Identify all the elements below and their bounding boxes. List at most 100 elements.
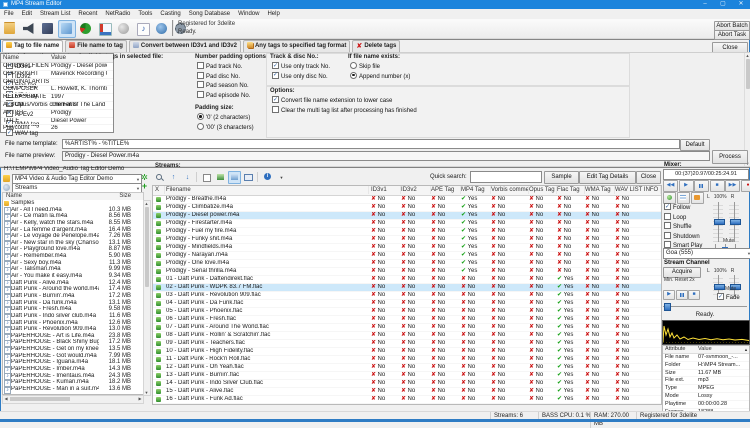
- template-input[interactable]: %ARTIST% - %TITLE%: [62, 139, 680, 149]
- attribute-row[interactable]: Playtime00:00:00.28: [663, 401, 749, 409]
- next-button[interactable]: ▶▶: [725, 180, 740, 192]
- column-header-ape-tag[interactable]: APE Tag: [431, 186, 461, 194]
- list-item[interactable]: ♪PaPERHOUsE - Man in a suit.m4a13.6 MB: [3, 386, 143, 393]
- stream-row[interactable]: Prodigy - Narayan.m4a✘No✘No✘No✔Yes✘No✘No…: [153, 252, 661, 260]
- radio-skip-file[interactable]: Skip file: [350, 62, 430, 72]
- list-item[interactable]: ♪PaPERHOUsE - Imentaus.m4a24.3 MB: [3, 373, 143, 380]
- tab-tag-to-file-name[interactable]: Tag to file name: [2, 40, 63, 52]
- list-item[interactable]: ♪Air - Talisman.m4a9.99 MB: [3, 266, 143, 273]
- info-button[interactable]: [261, 171, 274, 184]
- radio-00-3-characters[interactable]: '00' (3 characters): [197, 123, 263, 133]
- stream-row[interactable]: Prodigy - Breathe.m4a✘No✘No✘No✔Yes✘No✘No…: [153, 196, 661, 204]
- list-item[interactable]: ♪PaPERHOUsE - Got would.m4a7.99 MB: [3, 353, 143, 360]
- attribute-row[interactable]: FolderH:\MP4 Stream...: [663, 362, 749, 370]
- stream-row[interactable]: 09 - Daft Punk - Teachers.flac✘No✘No✘No✘…: [153, 340, 661, 348]
- attribute-row[interactable]: File name07-svnmoon_-...: [663, 354, 749, 362]
- list-item[interactable]: ♪Daft Punk - Alive.m4a12.4 MB: [3, 280, 143, 287]
- tab-file-name-to-tag[interactable]: File name to tag: [65, 40, 127, 52]
- available-tag-row[interactable]: ORIGINALARTIST: [1, 79, 113, 87]
- checkbox-pad-track-no[interactable]: Pad track No.: [197, 62, 263, 72]
- menu-casting[interactable]: Casting: [156, 9, 184, 19]
- tab-convert-between-id3v1-and-id3v2[interactable]: Convert between ID3v1 and ID3v2: [129, 40, 241, 52]
- list-item[interactable]: ♪Daft Punk - Phoenix.m4a12.6 MB: [3, 320, 143, 327]
- chart-arrow-button[interactable]: [96, 20, 114, 38]
- globe-gear-button[interactable]: [153, 20, 171, 38]
- tab-any-tags-to-specified-tag-format[interactable]: Any tags to specified tag format: [243, 40, 350, 52]
- stream-row[interactable]: Prodigy - Funky shit.m4a✘No✘No✘No✔Yes✘No…: [153, 236, 661, 244]
- magnifier-button[interactable]: [153, 171, 166, 184]
- list-item[interactable]: ♪Daft Punk - Indo silver club.m4a11.6 MB: [3, 313, 143, 320]
- menu-window[interactable]: Window: [234, 9, 263, 19]
- stream-row[interactable]: 10 - Daft Punk - High Fidelity.flac✘No✘N…: [153, 348, 661, 356]
- file-list-vscrollbar[interactable]: ▲ ▼: [143, 200, 151, 396]
- list-item[interactable]: ♪Daft Punk - Around the world.m4a17.4 MB: [3, 286, 143, 293]
- column-header-flac-tag[interactable]: Flac Tag: [557, 186, 585, 194]
- checkbox-use-only-disc-no[interactable]: Use only disc No.: [272, 72, 342, 82]
- list-item[interactable]: ♪Air - Ce matin la.m4a8.56 MB: [3, 213, 143, 220]
- stream-row[interactable]: 13 - Daft Punk - Burnin'.flac✘No✘No✘No✘N…: [153, 372, 661, 380]
- attribute-row[interactable]: File ext.mp3: [663, 377, 749, 385]
- attribute-row[interactable]: ModeLossy: [663, 393, 749, 401]
- column-header-wav-list-info[interactable]: WAV LIST INFO: [615, 186, 661, 194]
- column-header-opus-tag[interactable]: Opus Tag: [529, 186, 557, 194]
- list-item[interactable]: ♪Air - All I need.m4a10.3 MB: [3, 207, 143, 214]
- stream-row[interactable]: 02 - Daft Punk - WDPK 83.7 FM.flac✘No✘No…: [153, 284, 661, 292]
- dropdown-caret-button[interactable]: [275, 171, 288, 184]
- checkbox-button[interactable]: [200, 171, 213, 184]
- list-item[interactable]: ♪PaPERHOUsE - Art is Life.m4a23.8 MB: [3, 333, 143, 340]
- cube-dark-button[interactable]: [39, 20, 57, 38]
- available-tag-row[interactable]: TITLEDiesel Power: [1, 118, 113, 126]
- list-item[interactable]: ♪PaPERHOUsE - Kumari.m4a18.2 MB: [3, 379, 143, 386]
- column-header-id3v2[interactable]: ID3v2: [401, 186, 431, 194]
- checkbox-follow[interactable]: Follow: [664, 203, 706, 213]
- volume-slider-left[interactable]: [713, 202, 723, 242]
- minimize-button[interactable]: –: [696, 0, 714, 9]
- stream-row[interactable]: Prodigy - Climbatize.m4a✘No✘No✘No✔Yes✘No…: [153, 204, 661, 212]
- checkbox-loop[interactable]: Loop: [664, 213, 706, 223]
- stream-row[interactable]: 05 - Daft Punk - Phoenix.flac✘No✘No✘No✘N…: [153, 308, 661, 316]
- cube-blue-button[interactable]: [58, 20, 76, 38]
- scroll-up-icon[interactable]: ▲: [144, 201, 149, 206]
- speaker-button[interactable]: [20, 20, 38, 38]
- preset-combo[interactable]: Goa (555) ▼: [663, 248, 750, 259]
- menu-recent[interactable]: Recent: [74, 9, 101, 19]
- list-item[interactable]: ♪Air - Remember.m4a5.90 MB: [3, 253, 143, 260]
- list-item[interactable]: ♪Air - Kelly, watch the stars.m4a8.55 MB: [3, 220, 143, 227]
- stream-row[interactable]: Prodigy - Serial thrilla.m4a✘No✘No✘No✔Ye…: [153, 268, 661, 276]
- position-slider[interactable]: [663, 303, 747, 309]
- stream-row[interactable]: 12 - Daft Punk - Oh Yeah.flac✘No✘No✘No✘N…: [153, 364, 661, 372]
- available-tags-listbox[interactable]: Name Value ORIGINALFILENAMEProdigy - Die…: [0, 53, 114, 133]
- stream-row[interactable]: 16 - Daft Punk - Funk Ad.flac✘No✘No✘No✘N…: [153, 396, 661, 404]
- edit-tag-details-button[interactable]: Edit Tag Details: [579, 171, 636, 184]
- attribute-row[interactable]: TypeMPEG: [663, 385, 749, 393]
- list-item[interactable]: ♪Air - Sexy boy.m4a11.3 MB: [3, 260, 143, 267]
- checkbox-convert-file-name-extension-to-lower-case[interactable]: Convert file name extension to lower cas…: [272, 96, 572, 106]
- move-up-button[interactable]: [167, 171, 180, 184]
- available-tag-row[interactable]: RELEASEDATE1997: [1, 94, 113, 102]
- file-list-hscrollbar[interactable]: ◀ ▶: [2, 395, 144, 404]
- checkbox-use-only-track-no[interactable]: Use only track No.: [272, 62, 342, 72]
- stream-row[interactable]: 07 - Daft Punk - Around The World.flac✘N…: [153, 324, 661, 332]
- stop-button[interactable]: ■: [710, 180, 725, 192]
- sample-button[interactable]: Sample: [544, 171, 579, 184]
- details-view-button[interactable]: [228, 171, 241, 184]
- scrollbar-thumb[interactable]: [145, 207, 149, 287]
- stop-button[interactable]: ■: [688, 290, 700, 300]
- list-item[interactable]: ♪Air - Le voyage de Penelope.m4a7.26 MB: [3, 233, 143, 240]
- default-button[interactable]: Default: [680, 139, 710, 151]
- checkbox-shutdown[interactable]: Shutdown: [664, 232, 706, 242]
- stream-row[interactable]: Prodigy - Firestarter.m4a✘No✘No✘No✔Yes✘N…: [153, 220, 661, 228]
- checkbox-clear-the-multi-tag-list-after-processing-has-finished[interactable]: Clear the multi tag list after processin…: [272, 106, 572, 116]
- stream-row[interactable]: 01 - Daft Punk - Daftendirekt.flac✘No✘No…: [153, 276, 661, 284]
- checkbox-pad-season-no[interactable]: Pad season No.: [197, 81, 263, 91]
- thumbnails-button[interactable]: [214, 171, 227, 184]
- open-file-button[interactable]: [1, 20, 19, 38]
- attribute-row[interactable]: Size11.67 MB: [663, 370, 749, 378]
- play-button[interactable]: ▶: [679, 180, 694, 192]
- list-item[interactable]: ♪PaPERHOUsE - Get on my knees gam...13.5…: [3, 346, 143, 353]
- scroll-down-icon[interactable]: ▼: [144, 390, 149, 395]
- column-header-mp4-tag[interactable]: MP4 Tag: [461, 186, 491, 194]
- abort-task-button[interactable]: Abort Task: [714, 30, 750, 40]
- menu-edit[interactable]: Edit: [18, 9, 36, 19]
- stream-row[interactable]: 11 - Daft Punk - Rock'n Roll.flac✘No✘No✘…: [153, 356, 661, 364]
